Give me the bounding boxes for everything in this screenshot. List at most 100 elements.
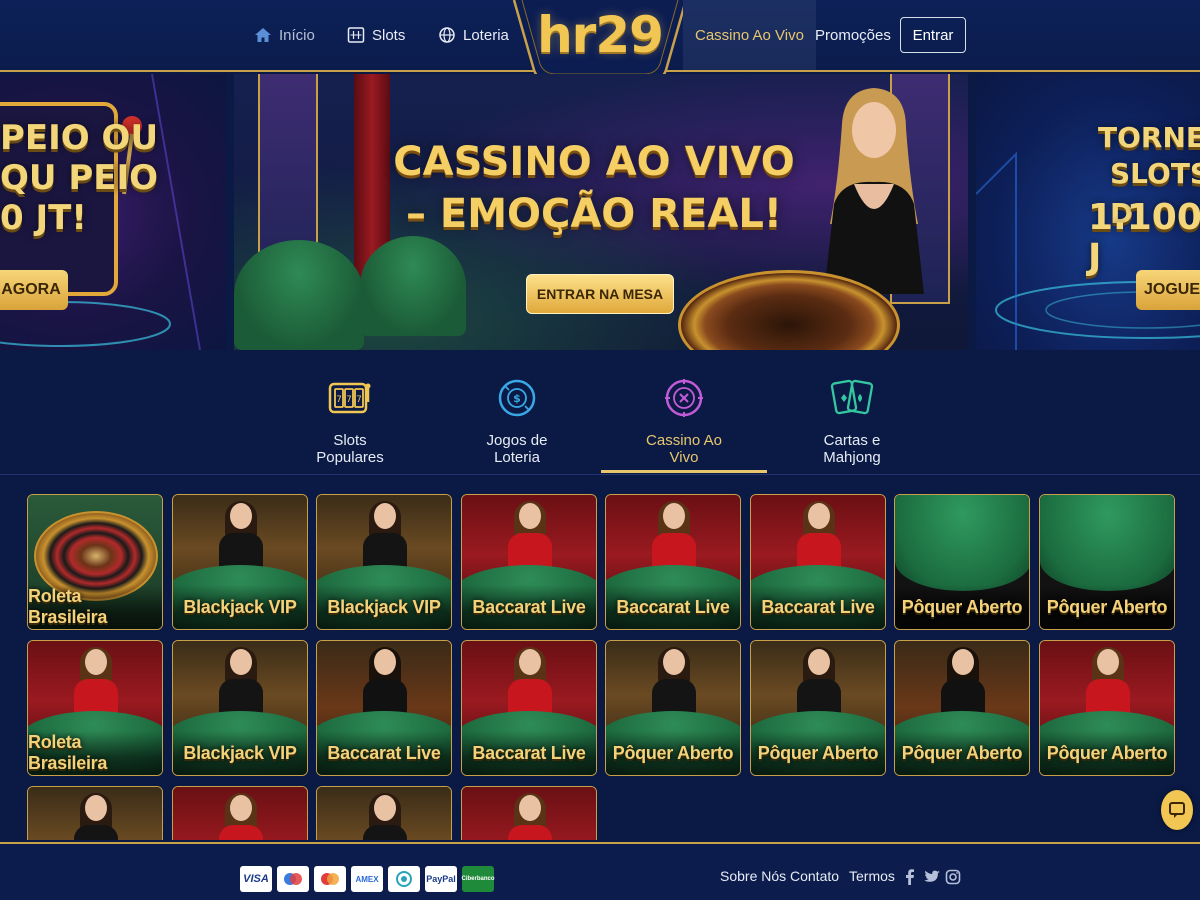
dealer-head bbox=[808, 503, 830, 529]
live-chat-button[interactable] bbox=[1161, 790, 1193, 830]
prev-slide-title-2: QU PEIO bbox=[0, 158, 159, 198]
game-card-title: Baccarat Live bbox=[462, 731, 596, 775]
game-card[interactable] bbox=[27, 786, 163, 840]
slot-machine-icon bbox=[347, 26, 365, 44]
dealer-body bbox=[219, 825, 263, 840]
game-card[interactable] bbox=[461, 786, 597, 840]
pix-icon bbox=[396, 871, 412, 887]
dealer-head bbox=[519, 649, 541, 675]
brand-logo[interactable]: hr29 bbox=[512, 0, 688, 84]
top-nav-bar: Início Slots Loteria hr29 Cassino Ao Viv… bbox=[0, 0, 1200, 84]
nav-cassino-ao-vivo[interactable]: Cassino Ao Vivo bbox=[683, 0, 816, 70]
background-table-2 bbox=[360, 236, 466, 336]
game-card[interactable] bbox=[172, 786, 308, 840]
game-card-title: Blackjack VIP bbox=[317, 585, 451, 629]
tab-slots-populares[interactable]: 7 7 7 Slots Populares bbox=[298, 376, 402, 474]
dealer-head bbox=[374, 795, 396, 821]
game-card[interactable]: Baccarat Live bbox=[750, 494, 886, 630]
svg-text:7: 7 bbox=[336, 395, 342, 405]
game-card[interactable]: Baccarat Live bbox=[461, 494, 597, 630]
game-card[interactable]: Blackjack VIP bbox=[316, 494, 452, 630]
game-card-title: Roleta Brasileira bbox=[28, 585, 162, 629]
footer-link-sobre-nos[interactable]: Sobre Nós bbox=[720, 868, 786, 884]
game-card-title: Baccarat Live bbox=[606, 585, 740, 629]
game-card-title: Pôquer Aberto bbox=[895, 585, 1029, 629]
dealer-head bbox=[952, 649, 974, 675]
dealer-icon bbox=[361, 793, 409, 840]
game-card[interactable]: Pôquer Aberto bbox=[894, 494, 1030, 630]
nav-inicio[interactable]: Início bbox=[254, 22, 315, 48]
hero-carousel[interactable]: PEIO OU QU PEIO 0 JT! AGORA CASSINO AO V… bbox=[0, 74, 1200, 350]
chat-bubble-icon bbox=[1169, 802, 1185, 818]
ciberbanco-logo: Ciberbanco bbox=[462, 866, 495, 892]
game-card-title: Blackjack VIP bbox=[173, 731, 307, 775]
dealer-head bbox=[374, 503, 396, 529]
next-slide-title-3: 1.100 J bbox=[1088, 197, 1200, 278]
game-card[interactable] bbox=[316, 786, 452, 840]
prev-slide-title-1: PEIO OU bbox=[0, 118, 159, 158]
dealer-head bbox=[85, 795, 107, 821]
tab-cartas-e-mahjong[interactable]: Cartas e Mahjong bbox=[795, 376, 909, 474]
game-card-title: Pôquer Aberto bbox=[1040, 585, 1174, 629]
game-card-title: Blackjack VIP bbox=[173, 585, 307, 629]
slot-reels-icon: 7 7 7 bbox=[328, 382, 371, 414]
svg-text:7: 7 bbox=[346, 395, 352, 405]
hero-title: CASSINO AO VIVO – EMOÇÃO REAL! bbox=[393, 139, 795, 237]
footer-link-contato[interactable]: Contato bbox=[790, 868, 839, 884]
game-card[interactable]: Roleta Brasileira bbox=[27, 494, 163, 630]
maestro-logo bbox=[277, 866, 309, 892]
game-card[interactable]: Blackjack VIP bbox=[172, 640, 308, 776]
nav-slots-label: Slots bbox=[372, 26, 406, 44]
game-card[interactable]: Pôquer Aberto bbox=[750, 640, 886, 776]
prev-slide-button[interactable]: AGORA bbox=[0, 270, 68, 310]
tab-cassino-ao-vivo[interactable]: Cassino Ao Vivo bbox=[630, 376, 738, 474]
pix-logo bbox=[388, 866, 420, 892]
footer-link-termos[interactable]: Termos bbox=[849, 868, 895, 884]
dealer-head bbox=[230, 795, 252, 821]
game-card[interactable]: Pôquer Aberto bbox=[605, 640, 741, 776]
twitter-icon[interactable] bbox=[924, 869, 940, 885]
background-table-1 bbox=[234, 240, 364, 350]
dealer-head bbox=[663, 649, 685, 675]
dealer-icon bbox=[506, 793, 554, 840]
game-card[interactable]: Baccarat Live bbox=[461, 640, 597, 776]
game-card-title: Baccarat Live bbox=[317, 731, 451, 775]
game-card[interactable]: Roleta Brasileira bbox=[27, 640, 163, 776]
active-tab-indicator bbox=[601, 470, 767, 473]
game-card[interactable]: Baccarat Live bbox=[605, 494, 741, 630]
dealer-head bbox=[1097, 649, 1119, 675]
lottery-ball-icon: $ bbox=[498, 379, 536, 417]
game-card-title: Roleta Brasileira bbox=[28, 731, 162, 775]
game-card[interactable]: Pôquer Aberto bbox=[1039, 640, 1175, 776]
carousel-slide-active[interactable]: CASSINO AO VIVO – EMOÇÃO REAL! ENTRAR NA… bbox=[234, 74, 968, 350]
game-card-title: Pôquer Aberto bbox=[751, 731, 885, 775]
tab-jogos-de-loteria[interactable]: $ Jogos de Loteria bbox=[464, 376, 570, 474]
nav-cassino-label: Cassino Ao Vivo bbox=[695, 26, 804, 44]
game-card[interactable]: Blackjack VIP bbox=[172, 494, 308, 630]
game-card[interactable]: Pôquer Aberto bbox=[894, 640, 1030, 776]
game-card-title: Pôquer Aberto bbox=[895, 731, 1029, 775]
nav-inicio-label: Início bbox=[279, 26, 315, 44]
enter-table-button[interactable]: ENTRAR NA MESA bbox=[526, 274, 674, 314]
dealer-head bbox=[374, 649, 396, 675]
dealer-head bbox=[519, 795, 541, 821]
login-button[interactable]: Entrar bbox=[900, 17, 966, 53]
instagram-icon[interactable] bbox=[945, 869, 961, 885]
dealer-head bbox=[808, 649, 830, 675]
logo-text: hr29 bbox=[537, 6, 664, 64]
nav-promocoes[interactable]: Promoções bbox=[815, 22, 891, 48]
facebook-icon[interactable] bbox=[902, 869, 918, 885]
game-card[interactable]: Baccarat Live bbox=[316, 640, 452, 776]
game-card-title: Baccarat Live bbox=[751, 585, 885, 629]
next-slide-button[interactable]: JOGUE bbox=[1136, 270, 1200, 310]
nav-slots[interactable]: Slots bbox=[347, 22, 405, 48]
nav-loteria[interactable]: Loteria bbox=[438, 22, 509, 48]
dealer-icon bbox=[217, 793, 265, 840]
carousel-slide-next[interactable]: TORNEIO SLOTS D 1.100 J JOGUE bbox=[976, 74, 1200, 350]
dealer-icon bbox=[72, 793, 120, 840]
roulette-chip-icon bbox=[665, 379, 703, 417]
dealer-body bbox=[508, 825, 552, 840]
carousel-slide-prev[interactable]: PEIO OU QU PEIO 0 JT! AGORA bbox=[0, 74, 226, 350]
game-card[interactable]: Pôquer Aberto bbox=[1039, 494, 1175, 630]
prev-slide-title-3: 0 JT! bbox=[0, 198, 87, 238]
